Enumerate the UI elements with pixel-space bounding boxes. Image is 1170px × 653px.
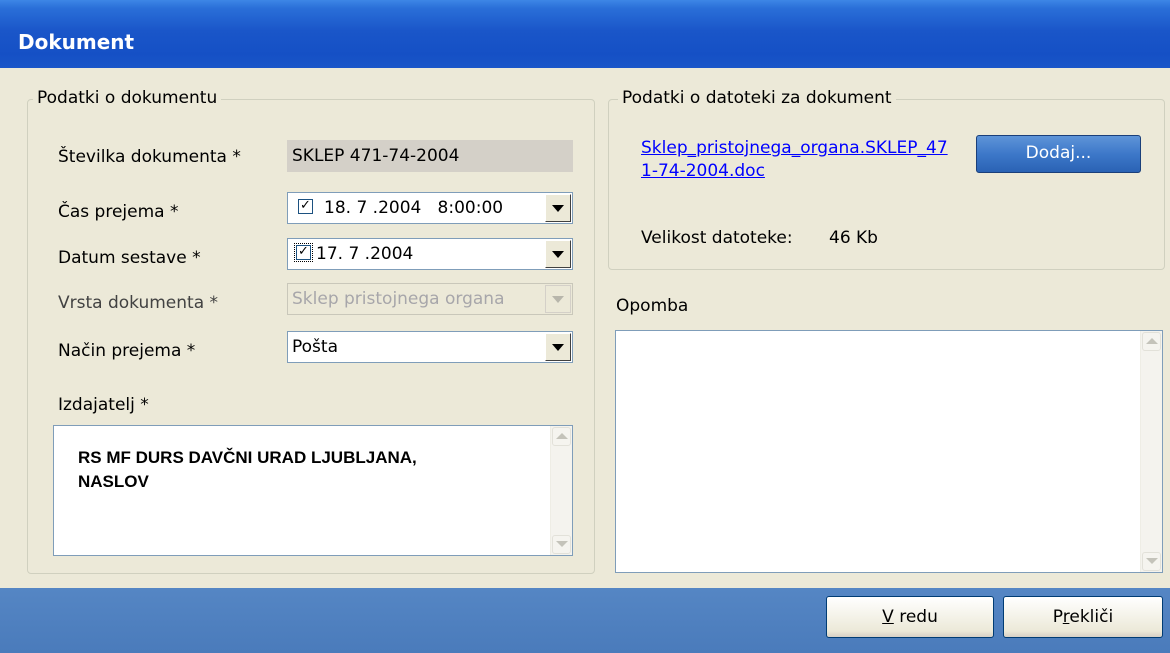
dialog-footer: V redu Prekliči (0, 588, 1170, 653)
scroll-up-arrow-icon (556, 433, 568, 439)
cas-prejema-picker[interactable]: ✓ 18. 7 .2004 8:00:00 (287, 192, 573, 224)
file-link[interactable]: Sklep_pristojnega_organa.SKLEP_471-74-20… (641, 137, 951, 183)
datum-sestave-dropdown-button[interactable] (545, 240, 571, 268)
izdajatelj-textarea[interactable]: RS MF DURS DAVČNI URAD LJUBLJANA, NASLOV (53, 425, 573, 556)
add-file-button[interactable]: Dodaj... (976, 135, 1141, 173)
stevilka-label: Številka dokumenta * (58, 147, 241, 167)
cas-prejema-label: Čas prejema * (58, 202, 179, 222)
ok-button[interactable]: V redu (826, 596, 994, 638)
cancel-button[interactable]: Prekliči (1003, 596, 1163, 638)
opomba-textarea[interactable] (615, 330, 1163, 573)
izdajatelj-scrollbar[interactable] (550, 426, 572, 555)
checkbox-checked-icon[interactable]: ✓ (294, 243, 313, 262)
file-size-value: 46 Kb (829, 228, 878, 248)
scroll-up-button[interactable] (552, 427, 571, 446)
dropdown-arrow-icon (552, 250, 564, 258)
cas-prejema-dropdown-button[interactable] (545, 194, 571, 222)
ok-mnemonic: V (882, 607, 894, 627)
nacin-prejema-value: Pošta (292, 337, 338, 357)
vrsta-dokumenta-dropdown-button (545, 285, 571, 313)
document-data-legend: Podatki o dokumentu (33, 88, 222, 108)
title-bar[interactable]: Dokument (0, 0, 1170, 68)
ok-label: redu (893, 607, 938, 627)
scroll-down-arrow-icon (1146, 558, 1158, 564)
file-size-label: Velikost datoteke: (641, 228, 793, 248)
scroll-down-button[interactable] (1142, 552, 1161, 571)
izdajatelj-label: Izdajatelj * (58, 395, 149, 415)
scroll-down-button[interactable] (552, 535, 571, 554)
cancel-label-pre: P (1052, 607, 1063, 627)
checkbox-checked-icon[interactable]: ✓ (298, 199, 313, 214)
vrsta-dokumenta-value: Sklep pristojnega organa (292, 289, 505, 309)
datum-sestave-label: Datum sestave * (58, 248, 201, 268)
datum-sestave-value: 17. 7 .2004 (316, 244, 414, 264)
dokument-dialog: Dokument Podatki o dokumentu Številka do… (0, 0, 1170, 653)
window-title: Dokument (18, 30, 135, 54)
datum-sestave-picker[interactable]: ✓ 17. 7 .2004 (287, 238, 573, 270)
vrsta-dokumenta-label: Vrsta dokumenta * (58, 293, 219, 313)
file-data-legend: Podatki o datoteki za dokument (618, 88, 896, 108)
dropdown-arrow-icon (552, 204, 564, 212)
scroll-down-arrow-icon (556, 541, 568, 547)
nacin-prejema-select[interactable]: Pošta (287, 331, 573, 363)
nacin-prejema-dropdown-button[interactable] (545, 333, 571, 361)
izdajatelj-value: RS MF DURS DAVČNI URAD LJUBLJANA, NASLOV (78, 448, 417, 491)
cas-prejema-value: 18. 7 .2004 8:00:00 (324, 198, 504, 218)
cancel-label-rest: ekliči (1069, 607, 1114, 627)
opomba-label: Opomba (616, 296, 689, 316)
stevilka-field[interactable]: SKLEP 471-74-2004 (287, 140, 573, 172)
vrsta-dokumenta-select: Sklep pristojnega organa (287, 283, 573, 315)
nacin-prejema-label: Način prejema * (58, 341, 196, 361)
dropdown-arrow-icon (552, 295, 564, 303)
dropdown-arrow-icon (552, 343, 564, 351)
scroll-up-arrow-icon (1146, 338, 1158, 344)
dialog-client-area: Podatki o dokumentu Številka dokumenta *… (0, 68, 1170, 588)
opomba-scrollbar[interactable] (1140, 331, 1162, 572)
scroll-up-button[interactable] (1142, 332, 1161, 351)
